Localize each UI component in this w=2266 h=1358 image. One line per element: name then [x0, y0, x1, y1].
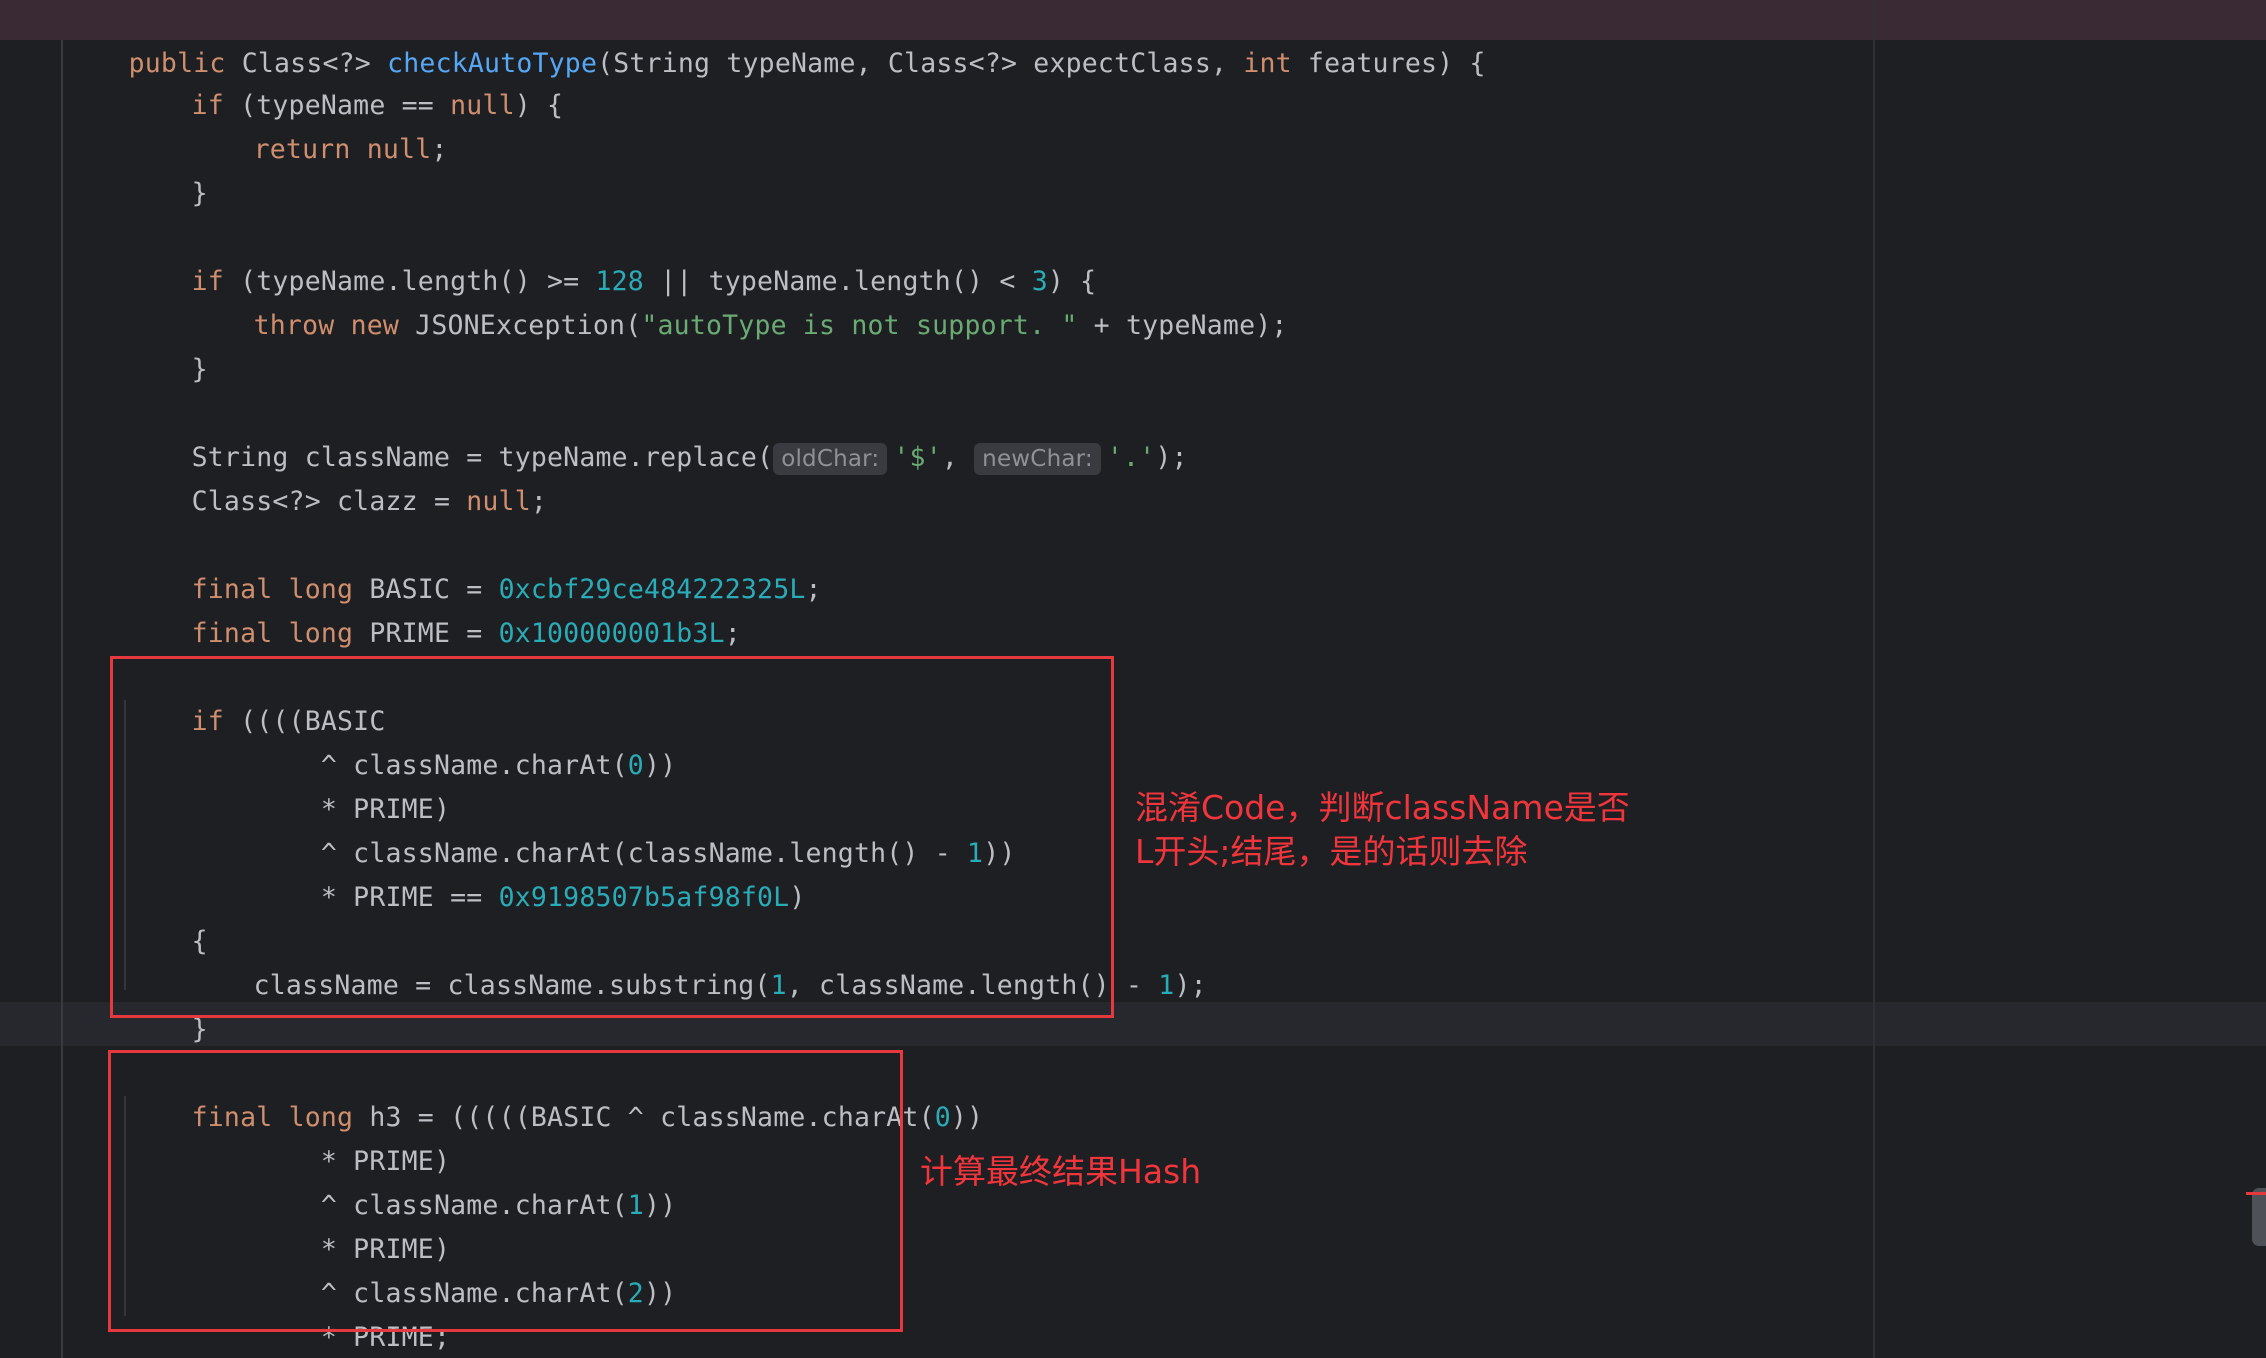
code-line-7[interactable]: }	[127, 304, 208, 385]
code-line-11[interactable]: final long PRIME = 0x100000001b3L;	[127, 568, 741, 649]
token-code: );	[1155, 442, 1188, 473]
annotation-note-1-line-2: L开头;结尾，是的话则去除	[1135, 832, 1528, 871]
parameter-hint-newchar: newChar:	[974, 442, 1101, 475]
token-code	[351, 134, 367, 165]
annotation-note-1-line-1: 混淆Code，判断className是否	[1135, 788, 1630, 827]
token-brace: }	[191, 178, 208, 209]
token-code: JSONException(	[399, 310, 642, 341]
token-code: ;	[805, 574, 822, 605]
annotation-box-hash-calc	[108, 1050, 903, 1332]
token-number: 0x100000001b3L	[498, 618, 725, 649]
annotation-box-obfuscated-check	[110, 656, 1114, 1018]
token-code: ))	[950, 1102, 984, 1133]
token-keyword: final	[191, 618, 273, 649]
token-keyword: null	[366, 134, 432, 165]
code-editor[interactable]: public Class<?> checkAutoType(String typ…	[0, 0, 2266, 1358]
code-line-9[interactable]: Class<?> clazz = null;	[127, 436, 547, 517]
token-brace: }	[191, 1014, 208, 1045]
token-code: ;	[530, 486, 548, 517]
token-number: 0	[934, 1102, 951, 1133]
token-code: + typeName);	[1077, 310, 1288, 341]
token-string: "autoType is not support. "	[641, 310, 1078, 341]
code-line-8[interactable]: String className = typeName.replace(oldC…	[127, 392, 1188, 475]
scrollbar-error-marker	[2246, 1192, 2266, 1195]
token-keyword: long	[288, 618, 354, 649]
gutter-separator	[61, 40, 63, 1358]
token-string: '$'	[893, 442, 942, 473]
code-line-10[interactable]: final long BASIC = 0xcbf29ce484222325L;	[127, 524, 822, 605]
token-number: 1	[1158, 970, 1175, 1001]
code-line-1[interactable]: public Class<?> checkAutoType(String typ…	[64, 0, 1486, 79]
token-keyword: new	[350, 310, 400, 341]
token-code: ,	[941, 442, 975, 473]
token-keyword: null	[450, 90, 515, 121]
code-line-5[interactable]: if (typeName.length() >= 128 || typeName…	[127, 216, 1096, 297]
token-code: ;	[724, 618, 741, 649]
code-line-2[interactable]: if (typeName == null) {	[127, 40, 563, 121]
token-code: );	[1174, 970, 1207, 1001]
token-params: features) {	[1291, 48, 1486, 79]
token-string: '.'	[1106, 442, 1156, 473]
token-code	[334, 310, 350, 341]
token-keyword: return	[253, 134, 351, 165]
token-keyword: null	[466, 486, 531, 517]
code-line-3[interactable]: return null;	[189, 84, 448, 165]
token-keyword: int	[1243, 48, 1292, 79]
token-code: Class<?> clazz =	[191, 486, 467, 517]
token-code: ;	[431, 134, 448, 165]
token-params: (String typeName, Class<?> expectClass,	[597, 48, 1244, 79]
token-code: PRIME =	[353, 618, 499, 649]
code-line-6[interactable]: throw new JSONException("autoType is not…	[189, 260, 1288, 341]
parameter-hint-oldchar: oldChar:	[773, 442, 888, 475]
vertical-scrollbar-thumb[interactable]	[2252, 1188, 2266, 1246]
token-keyword: throw	[253, 310, 335, 341]
token-brace: }	[191, 354, 208, 385]
annotation-note-2: 计算最终结果Hash	[920, 1152, 1202, 1191]
code-line-4[interactable]: }	[127, 128, 208, 209]
token-code	[272, 618, 288, 649]
right-margin-guide	[1873, 0, 1875, 1358]
token-code: ) {	[514, 90, 564, 121]
